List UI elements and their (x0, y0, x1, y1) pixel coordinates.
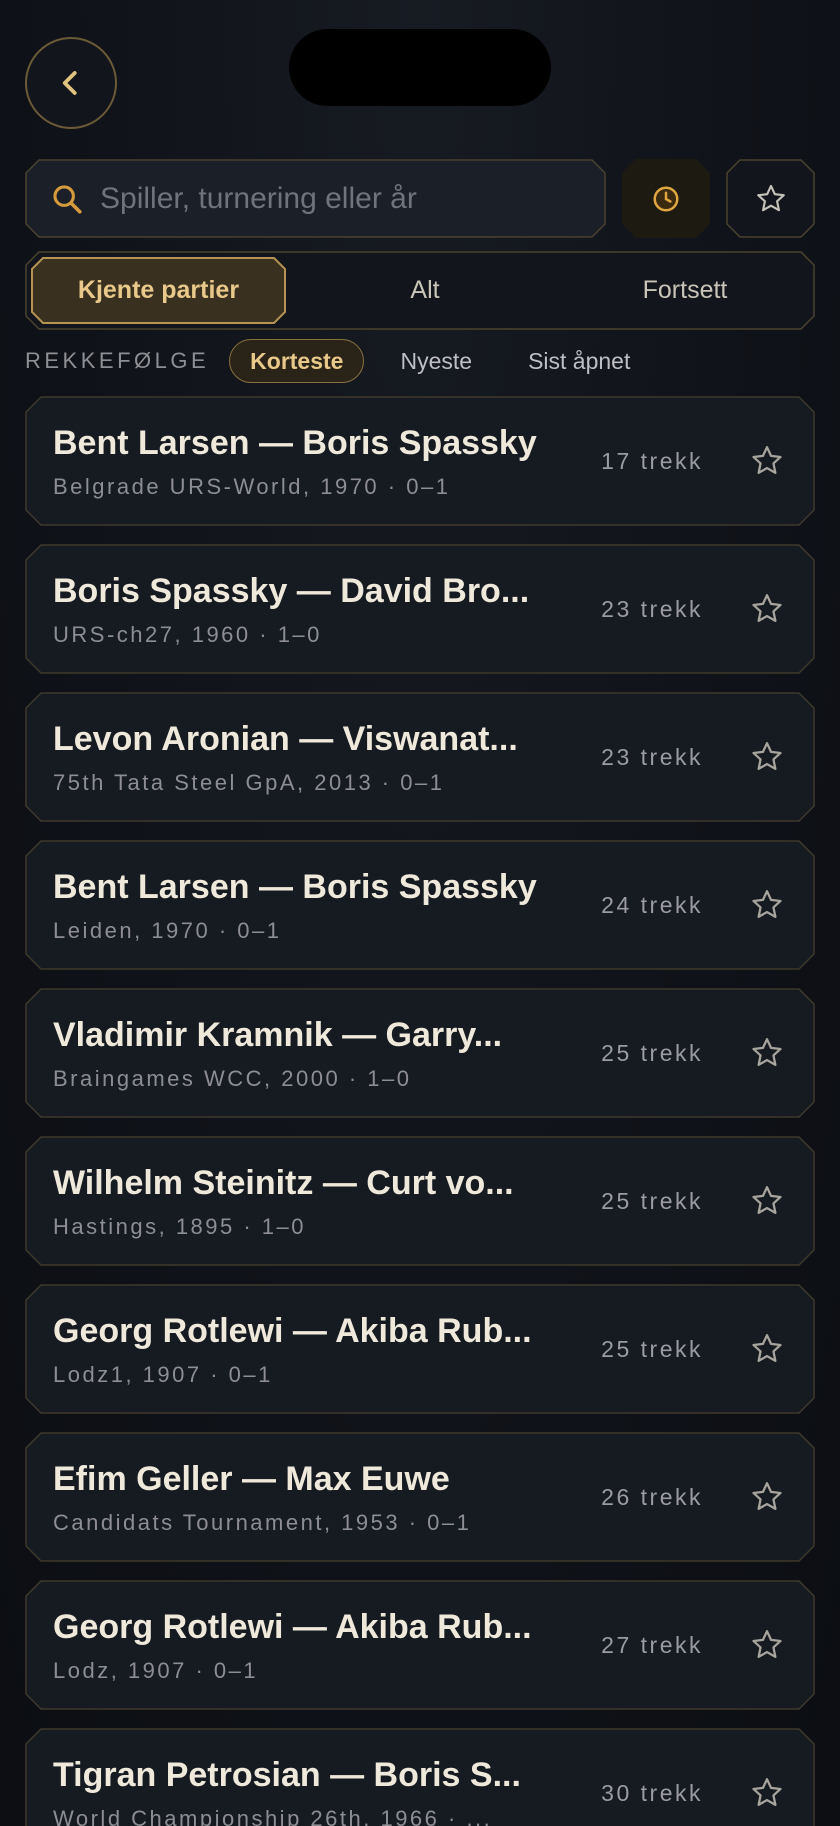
game-title: Vladimir Kramnik — Garry... (53, 1016, 503, 1054)
game-subtitle: World Championship 26th, 1966 · ... (53, 1806, 493, 1826)
game-card[interactable]: Boris Spassky — David Bro... URS-ch27, 1… (25, 544, 815, 674)
game-title: Bent Larsen — Boris Spassky (53, 868, 537, 906)
game-subtitle: Lodz1, 1907 · 0–1 (53, 1362, 273, 1387)
sort-label: REKKEFØLGE (25, 348, 210, 373)
game-card[interactable]: Georg Rotlewi — Akiba Rub... Lodz, 1907 … (25, 1580, 815, 1710)
tab-famous-games[interactable]: Kjente partier (31, 251, 286, 330)
clock-icon (651, 184, 681, 214)
game-subtitle: Leiden, 1970 · 0–1 (53, 918, 282, 943)
game-card[interactable]: Efim Geller — Max Euwe Candidats Tournam… (25, 1432, 815, 1562)
game-move-count: 26 trekk (601, 1483, 703, 1510)
favorite-star-icon[interactable] (749, 591, 785, 627)
favorite-star-icon[interactable] (749, 1775, 785, 1811)
game-subtitle: 75th Tata Steel GpA, 2013 · 0–1 (53, 770, 445, 795)
game-title: Boris Spassky — David Bro... (53, 572, 530, 610)
game-move-count: 30 trekk (601, 1779, 703, 1806)
favorite-star-icon[interactable] (749, 1331, 785, 1367)
search-icon (50, 182, 84, 216)
favorite-star-icon[interactable] (749, 739, 785, 775)
star-outline-icon (756, 184, 785, 211)
game-title: Tigran Petrosian — Boris S... (53, 1756, 521, 1794)
game-list: Bent Larsen — Boris Spassky Belgrade URS… (25, 396, 815, 1826)
game-subtitle: Lodz, 1907 · 0–1 (53, 1658, 259, 1683)
search-box[interactable] (25, 159, 606, 238)
game-title: Georg Rotlewi — Akiba Rub... (53, 1608, 532, 1646)
favorite-star-icon[interactable] (749, 1627, 785, 1663)
game-subtitle: Belgrade URS-World, 1970 · 0–1 (53, 474, 451, 499)
category-tabs: Kjente partier Alt Fortsett (25, 251, 815, 330)
game-title: Wilhelm Steinitz — Curt vo... (53, 1164, 514, 1202)
game-title: Efim Geller — Max Euwe (53, 1460, 450, 1498)
game-move-count: 23 trekk (601, 743, 703, 770)
game-title: Levon Aronian — Viswanat... (53, 720, 518, 758)
game-title: Bent Larsen — Boris Spassky (53, 424, 537, 462)
game-subtitle: URS-ch27, 1960 · 1–0 (53, 622, 322, 647)
game-title: Georg Rotlewi — Akiba Rub... (53, 1312, 532, 1350)
game-card[interactable]: Tigran Petrosian — Boris S... World Cham… (25, 1728, 815, 1826)
game-card[interactable]: Levon Aronian — Viswanat... 75th Tata St… (25, 692, 815, 822)
favorite-star-icon[interactable] (749, 1035, 785, 1071)
tab-all[interactable]: Alt (315, 251, 535, 330)
game-card[interactable]: Bent Larsen — Boris Spassky Belgrade URS… (25, 396, 815, 526)
sort-shortest-chip[interactable]: Korteste (229, 339, 365, 383)
recent-button[interactable] (622, 159, 710, 238)
tab-continue[interactable]: Fortsett (565, 251, 805, 330)
sort-newest-chip[interactable]: Nyeste (380, 339, 492, 383)
game-move-count: 27 trekk (601, 1631, 703, 1658)
favorite-star-icon[interactable] (749, 887, 785, 923)
game-card[interactable]: Wilhelm Steinitz — Curt vo... Hastings, … (25, 1136, 815, 1266)
game-card[interactable]: Bent Larsen — Boris Spassky Leiden, 1970… (25, 840, 815, 970)
back-button[interactable] (25, 37, 117, 129)
game-subtitle: Candidats Tournament, 1953 · 0–1 (53, 1510, 472, 1535)
chevron-left-icon (62, 71, 77, 95)
game-move-count: 23 trekk (601, 595, 703, 622)
device-notch (289, 29, 551, 106)
game-move-count: 24 trekk (601, 891, 703, 918)
game-move-count: 25 trekk (601, 1039, 703, 1066)
game-card[interactable]: Vladimir Kramnik — Garry... Braingames W… (25, 988, 815, 1118)
favorite-star-icon[interactable] (749, 1479, 785, 1515)
sort-row: REKKEFØLGE Korteste Nyeste Sist åpnet (25, 338, 666, 384)
game-move-count: 25 trekk (601, 1187, 703, 1214)
favorites-button[interactable] (726, 159, 815, 238)
favorite-star-icon[interactable] (749, 1183, 785, 1219)
game-move-count: 17 trekk (601, 447, 703, 474)
game-subtitle: Hastings, 1895 · 1–0 (53, 1214, 307, 1239)
game-subtitle: Braingames WCC, 2000 · 1–0 (53, 1066, 412, 1091)
search-input[interactable] (84, 160, 605, 237)
game-move-count: 25 trekk (601, 1335, 703, 1362)
sort-last-opened-chip[interactable]: Sist åpnet (508, 339, 650, 383)
game-card[interactable]: Georg Rotlewi — Akiba Rub... Lodz1, 1907… (25, 1284, 815, 1414)
favorite-star-icon[interactable] (749, 443, 785, 479)
